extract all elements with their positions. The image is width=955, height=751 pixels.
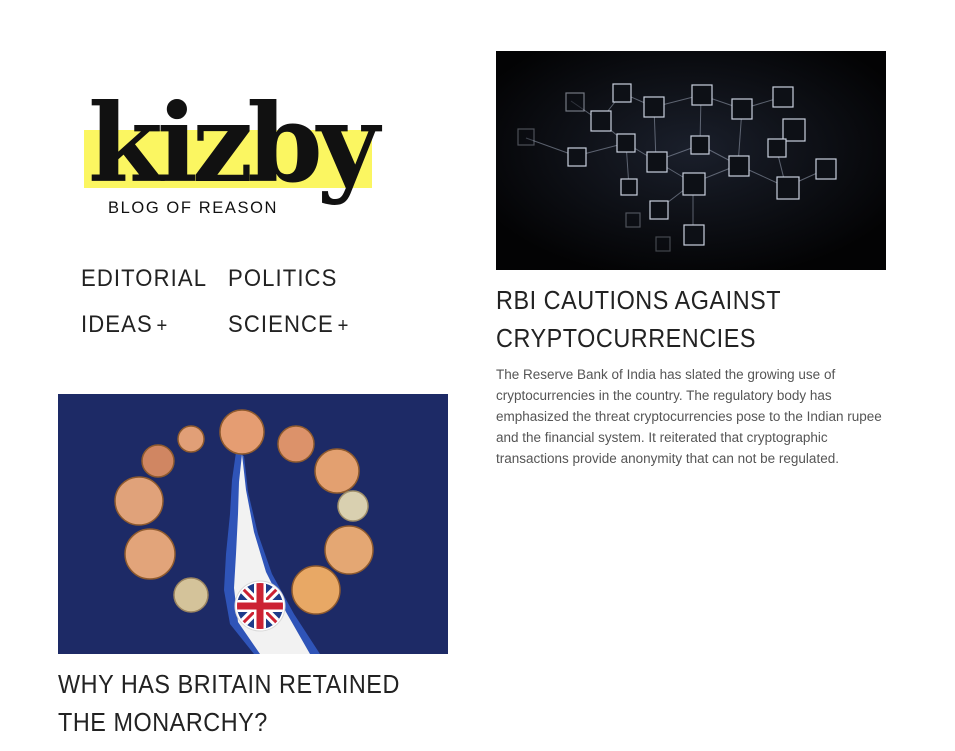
- logo-wordmark: kizby: [88, 81, 379, 207]
- submenu-plus-icon[interactable]: +: [156, 315, 168, 337]
- coins-union-jack-image: [58, 394, 448, 654]
- logo-tagline: BLOG OF REASON: [108, 199, 279, 217]
- nav-item-science[interactable]: SCIENCE +: [228, 311, 349, 339]
- post-title-link[interactable]: WHY HAS BRITAIN RETAINED THE MONARCHY?: [58, 665, 436, 741]
- blockchain-network-image: [496, 51, 886, 270]
- nav-item-ideas[interactable]: IDEAS +: [81, 311, 168, 339]
- nav-item-label: EDITORIAL: [81, 265, 208, 292]
- nav-item-editorial[interactable]: EDITORIAL: [81, 265, 207, 293]
- submenu-plus-icon[interactable]: +: [338, 315, 350, 337]
- site-logo[interactable]: kizby BLOG OF REASON: [82, 90, 379, 224]
- post-image-blockchain[interactable]: [496, 51, 886, 270]
- page: kizby BLOG OF REASON EDITORIAL POLITICS …: [0, 0, 955, 751]
- nav-item-label: IDEAS: [81, 311, 153, 338]
- nav-item-politics[interactable]: POLITICS: [228, 265, 337, 293]
- post-image-coins[interactable]: [58, 394, 448, 654]
- post-excerpt: The Reserve Bank of India has slated the…: [496, 367, 882, 466]
- nav-item-label: SCIENCE: [228, 311, 334, 338]
- nav-item-label: POLITICS: [228, 265, 338, 292]
- post-title-link[interactable]: RBI CAUTIONS AGAINST CRYPTOCURRENCIES: [496, 281, 874, 357]
